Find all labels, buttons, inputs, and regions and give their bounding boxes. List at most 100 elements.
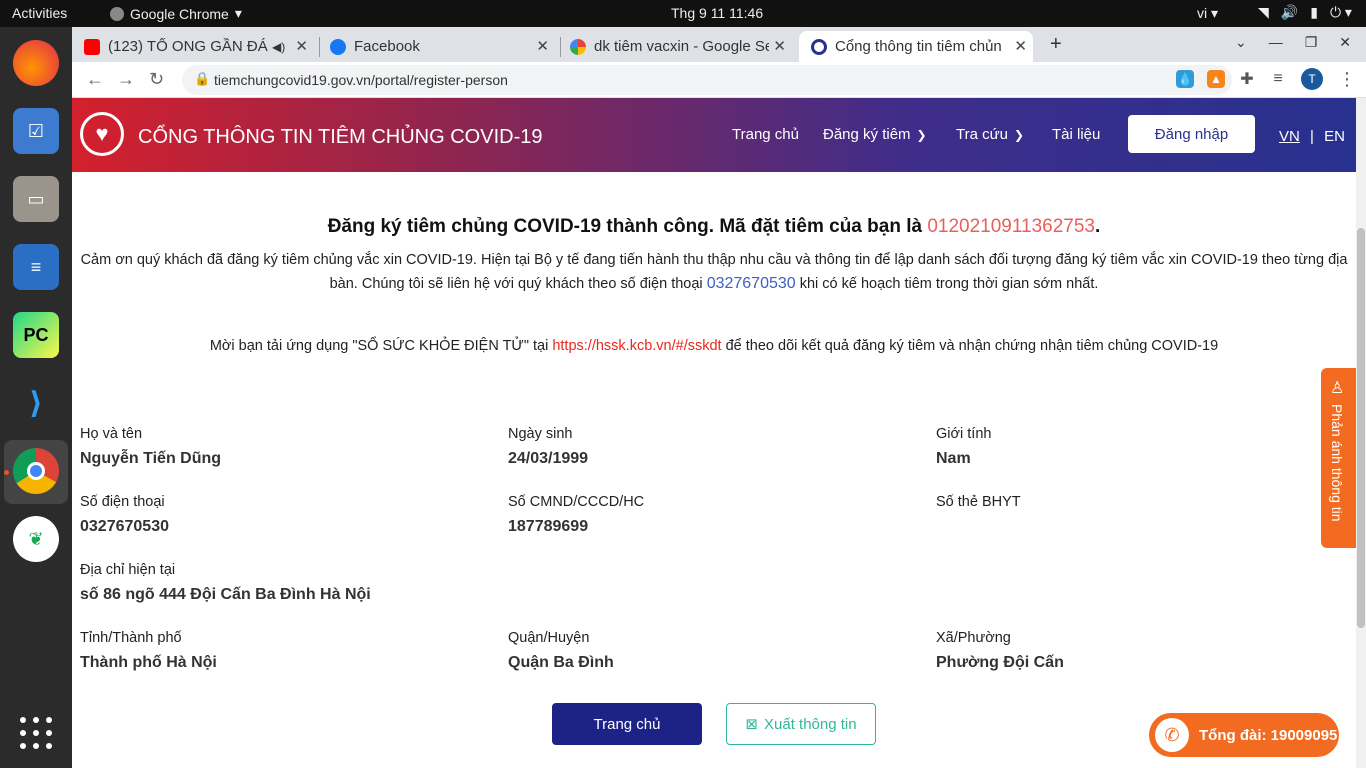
page-scrollbar[interactable] (1356, 98, 1366, 768)
field-label: Họ và tên (80, 426, 143, 442)
system-tray[interactable]: ◥ 🔊 ▮ ⏻ ▾ (1258, 4, 1352, 21)
hotline-button[interactable]: ✆ Tổng đài: 19009095 (1149, 713, 1339, 757)
success-message: Đăng ký tiêm chủng COVID-19 thành công. … (327, 216, 1101, 237)
url-text: tiemchungcovid19.gov.vn/portal/register-… (214, 72, 508, 88)
tab-youtube[interactable]: (123) TỔ ONG GẦN ĐÁ ◀) ✕ (84, 31, 314, 62)
forward-icon[interactable]: → (117, 69, 135, 90)
field-value: 187789699 (508, 518, 589, 535)
excel-file-icon: ⊠ (745, 716, 758, 733)
tasks-icon[interactable]: ☑ (13, 108, 59, 154)
close-tab-icon[interactable]: ✕ (773, 37, 786, 55)
activities-button[interactable]: Activities (12, 5, 67, 21)
lang-en[interactable]: EN (1324, 128, 1345, 145)
field-idcard: Số CMND/CCCD/HC 187789699 (508, 494, 644, 536)
field-value: Nam (936, 450, 971, 467)
site-header: ♥ CỔNG THÔNG TIN TIÊM CHỦNG COVID-19 Tra… (72, 98, 1356, 172)
new-tab-button[interactable]: + (1050, 33, 1062, 56)
field-phone: Số điện thoại 0327670530 (80, 494, 169, 536)
extensions-puzzle-icon[interactable]: ✚ (1238, 70, 1256, 88)
phone-icon: ✆ (1155, 718, 1189, 752)
home-button[interactable]: Trang chủ (552, 703, 702, 745)
tab-facebook[interactable]: Facebook ✕ (330, 31, 555, 62)
minimize-icon[interactable]: — (1269, 34, 1283, 51)
field-value: số 86 ngõ 444 Đội Cấn Ba Đình Hà Nội (80, 586, 371, 603)
writer-icon[interactable]: ≡ (13, 244, 59, 290)
reload-icon[interactable]: ↻ (149, 69, 164, 90)
covid-portal-icon (811, 38, 827, 55)
site-logo-icon[interactable]: ♥ (80, 112, 124, 156)
field-ward: Xã/Phường Phường Đội Cấn (936, 630, 1064, 672)
close-window-icon[interactable]: ✕ (1339, 34, 1351, 51)
tab-google-search[interactable]: dk tiêm vacxin - Google Se ✕ (570, 31, 792, 62)
field-label: Số thẻ BHYT (936, 494, 1021, 510)
hotline-label: Tổng đài: 19009095 (1199, 726, 1338, 744)
mongodb-compass-icon[interactable]: ❦ (13, 516, 59, 562)
nav-lookup-dropdown[interactable]: Tra cứu ❯ (956, 126, 1024, 143)
field-gender: Giới tính Nam (936, 426, 991, 468)
app-download-message: Mời bạn tải ứng dụng "SỔ SỨC KHỎE ĐIỆN T… (209, 338, 1219, 354)
dock: ☑ ▭ ≡ PC ⟩ ❦ (0, 27, 72, 768)
export-info-button[interactable]: ⊠ Xuất thông tin (726, 703, 876, 745)
maximize-icon[interactable]: ❐ (1305, 34, 1318, 51)
nav-home[interactable]: Trang chủ (732, 126, 799, 143)
feedback-tab[interactable]: ♙ Phản ánh thông tin (1321, 368, 1356, 548)
scrollbar-thumb[interactable] (1357, 228, 1365, 628)
tab-separator (319, 37, 320, 57)
input-language[interactable]: vi ▾ (1197, 5, 1218, 22)
booking-code: 0120210911362753 (927, 216, 1096, 237)
address-bar[interactable]: 🔒 tiemchungcovid19.gov.vn/portal/registe… (182, 65, 1232, 95)
metamask-icon[interactable]: ▲ (1207, 70, 1225, 88)
google-icon (570, 38, 586, 55)
field-label: Giới tính (936, 426, 992, 442)
close-tab-icon[interactable]: ✕ (536, 37, 549, 55)
feedback-label: Phản ánh thông tin (1329, 404, 1345, 522)
firefox-icon[interactable] (13, 40, 59, 86)
field-label: Xã/Phường (936, 630, 1011, 646)
field-label: Số CMND/CCCD/HC (508, 494, 645, 510)
media-control-icon[interactable]: ≡ (1269, 70, 1287, 88)
site-brand[interactable]: CỔNG THÔNG TIN TIÊM CHỦNG COVID-19 (138, 126, 542, 149)
close-tab-icon[interactable]: ✕ (1014, 37, 1027, 55)
tab-search-icon[interactable]: ⌄ (1235, 34, 1247, 51)
field-district: Quận/Huyện Quận Ba Đình (508, 630, 614, 672)
lang-separator: | (1310, 128, 1314, 145)
lock-icon[interactable]: 🔒 (194, 71, 210, 87)
chevron-down-icon: ❯ (1014, 128, 1025, 142)
tab-covid-portal[interactable]: Cổng thông tin tiêm chủn ✕ (799, 31, 1033, 62)
extension-drop-icon[interactable]: 💧 (1176, 70, 1194, 88)
back-icon[interactable]: ← (86, 69, 104, 90)
field-value: Thành phố Hà Nội (80, 654, 217, 671)
profile-avatar[interactable]: T (1301, 68, 1323, 90)
app-menu[interactable]: Google Chrome ▾ (110, 5, 242, 22)
field-value: Nguyễn Tiến Dũng (80, 450, 222, 467)
language-switcher: VN | EN (1279, 128, 1345, 145)
audio-playing-icon: ◀) (272, 39, 286, 54)
nav-register-dropdown[interactable]: Đăng ký tiêm ❯ (823, 126, 927, 143)
chevron-down-icon: ▾ (234, 5, 242, 21)
files-icon[interactable]: ▭ (13, 176, 59, 222)
thanks-message: Cảm ơn quý khách đã đăng ký tiêm chủng v… (80, 252, 1348, 292)
pycharm-icon[interactable]: PC (13, 312, 59, 358)
field-label: Số điện thoại (80, 494, 165, 510)
kebab-menu-icon[interactable]: ⋮ (1338, 69, 1356, 90)
login-button[interactable]: Đăng nhập (1128, 115, 1255, 153)
vscode-icon[interactable]: ⟩ (13, 380, 59, 426)
tab-title: (123) TỔ ONG GẦN ĐÁ (108, 38, 268, 55)
youtube-icon (84, 38, 100, 55)
clock[interactable]: Thg 9 11 11:46 (671, 5, 763, 21)
field-value: 24/03/1999 (508, 450, 589, 467)
field-dob: Ngày sinh 24/03/1999 (508, 426, 588, 468)
power-icon: ⏻ ▾ (1329, 4, 1352, 20)
field-value: Phường Đội Cấn (936, 654, 1064, 671)
field-label: Địa chỉ hiện tại (80, 562, 176, 578)
nav-docs[interactable]: Tài liệu (1052, 126, 1100, 143)
system-top-bar: Activities Google Chrome ▾ Thg 9 11 11:4… (0, 0, 1366, 27)
sskdt-link[interactable]: https://hssk.kcb.vn/#/sskdt (552, 338, 721, 354)
show-applications-icon[interactable] (20, 717, 52, 749)
field-name: Họ và tên Nguyễn Tiến Dũng (80, 426, 221, 468)
chrome-icon[interactable] (13, 448, 59, 494)
close-tab-icon[interactable]: ✕ (295, 37, 308, 55)
tab-strip: (123) TỔ ONG GẦN ĐÁ ◀) ✕ Facebook ✕ dk t… (72, 27, 1366, 62)
lang-vn[interactable]: VN (1279, 128, 1300, 145)
field-value: Quận Ba Đình (508, 654, 614, 671)
